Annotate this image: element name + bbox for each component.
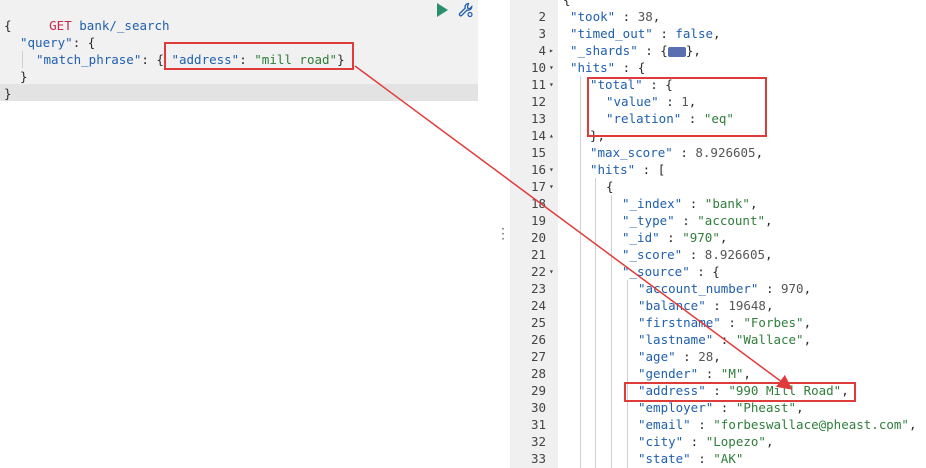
arrow-line: [354, 65, 793, 390]
annotation-arrow: [354, 65, 793, 390]
